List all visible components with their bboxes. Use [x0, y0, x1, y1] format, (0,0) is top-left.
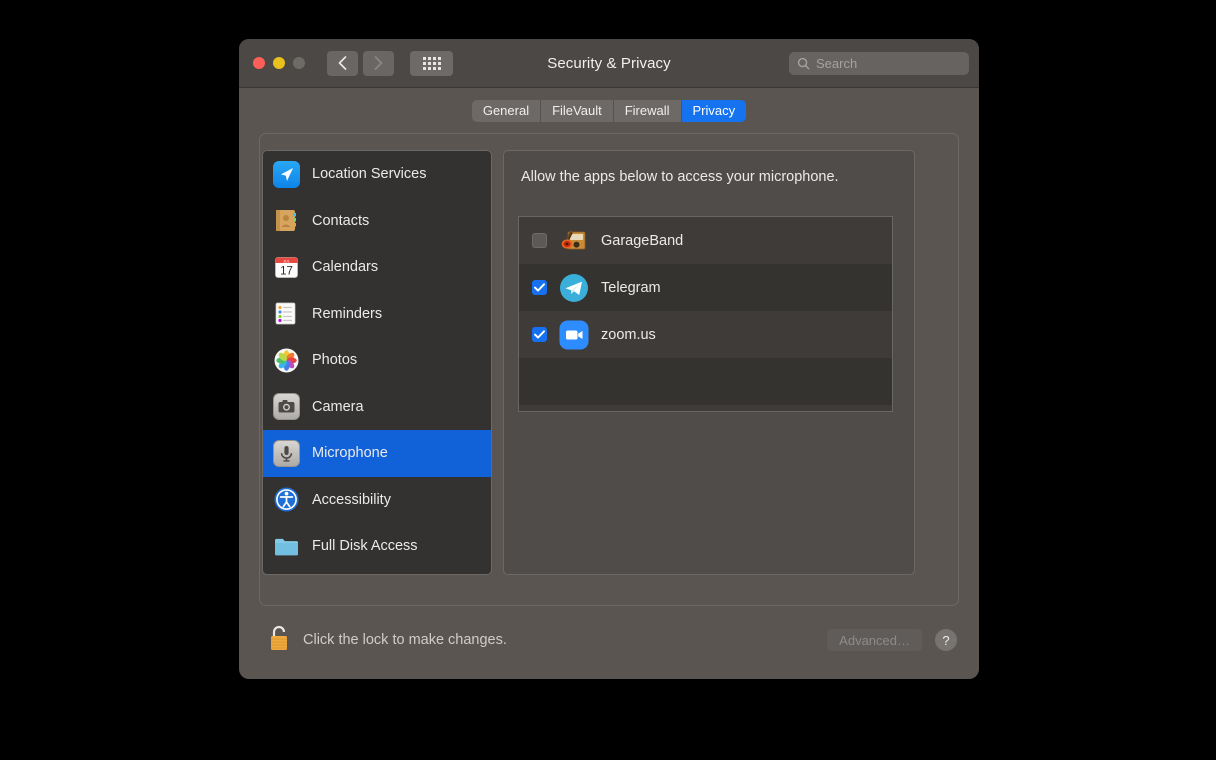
tab-firewall[interactable]: Firewall: [613, 99, 682, 122]
zoom-button: [293, 57, 305, 69]
microphone-icon: [273, 439, 300, 467]
reminders-list-icon: [273, 300, 300, 327]
empty-list-row: [519, 358, 892, 405]
tab-bar: General FileVault Firewall Privacy: [239, 88, 979, 133]
privacy-category-list[interactable]: Location Services Contacts JUL 17 Calend…: [262, 150, 492, 575]
lock-message: Click the lock to make changes.: [303, 632, 507, 648]
forward-button: [363, 50, 394, 76]
sidebar-item-label: Reminders: [312, 305, 383, 322]
photos-pinwheel-icon: [273, 347, 300, 374]
table-row[interactable]: zoom.us: [519, 311, 892, 358]
checkmark-icon: [534, 330, 545, 339]
contacts-book-icon: [273, 207, 300, 234]
table-row[interactable]: GarageBand: [519, 217, 892, 264]
search-field[interactable]: Search: [789, 51, 969, 75]
garageband-icon: [559, 226, 589, 256]
sidebar-item-label: Photos: [312, 352, 358, 369]
sidebar-item-label: Full Disk Access: [312, 538, 418, 555]
svg-text:17: 17: [280, 265, 293, 277]
sidebar-item-camera[interactable]: Camera: [263, 384, 491, 431]
tab-general[interactable]: General: [471, 99, 542, 122]
svg-text:JUL: JUL: [283, 259, 289, 263]
tab-privacy[interactable]: Privacy: [681, 99, 747, 122]
back-button[interactable]: [327, 50, 358, 76]
app-name: GarageBand: [601, 232, 684, 249]
sidebar-item-label: Microphone: [312, 445, 388, 462]
sidebar-item-accessibility[interactable]: Accessibility: [263, 477, 491, 524]
microphone-detail-panel: Allow the apps below to access your micr…: [503, 150, 915, 575]
checkmark-icon: [534, 283, 545, 292]
calendar-icon: JUL 17: [273, 254, 300, 281]
window-footer: Click the lock to make changes. Advanced…: [239, 601, 979, 679]
tab-filevault[interactable]: FileVault: [541, 99, 614, 122]
unlocked-padlock-icon[interactable]: [267, 624, 291, 657]
zoom-icon: [559, 320, 589, 350]
sidebar-item-label: Camera: [312, 398, 364, 415]
accessibility-icon: [273, 486, 300, 513]
empty-list-row: [519, 405, 892, 411]
window-titlebar: Security & Privacy Search: [239, 39, 979, 88]
sidebar-item-microphone[interactable]: Microphone: [263, 430, 491, 477]
app-checkbox[interactable]: [532, 280, 547, 295]
sidebar-item-calendars[interactable]: JUL 17 Calendars: [263, 244, 491, 291]
sidebar-item-label: Contacts: [312, 212, 370, 229]
sidebar-item-label: Location Services: [312, 166, 427, 183]
telegram-icon: [559, 273, 589, 303]
show-all-grid-icon: [422, 56, 441, 70]
navigation-buttons: [327, 50, 453, 76]
traffic-lights: [253, 57, 305, 69]
location-arrow-icon: [273, 160, 300, 188]
preference-body: Location Services Contacts JUL 17 Calend…: [239, 133, 979, 679]
panel-description: Allow the apps below to access your micr…: [521, 169, 839, 185]
help-button[interactable]: ?: [935, 629, 957, 651]
sidebar-item-location-services[interactable]: Location Services: [263, 151, 491, 198]
search-input-placeholder: Search: [816, 55, 858, 71]
close-button[interactable]: [253, 57, 265, 69]
system-preferences-window: Security & Privacy Search General FileVa…: [239, 39, 979, 679]
sidebar-item-label: Accessibility: [312, 491, 391, 508]
app-name: Telegram: [601, 279, 661, 296]
forward-arrow-icon: [374, 56, 383, 70]
sidebar-item-label: Calendars: [312, 259, 379, 276]
sidebar-item-photos[interactable]: Photos: [263, 337, 491, 384]
search-icon: [797, 57, 810, 69]
advanced-button[interactable]: Advanced…: [827, 629, 922, 651]
camera-icon: [273, 393, 300, 421]
back-arrow-icon: [338, 56, 347, 70]
show-all-button[interactable]: [410, 50, 453, 76]
app-permission-list[interactable]: GarageBand Telegram zoom.us: [518, 216, 893, 412]
sidebar-item-full-disk-access[interactable]: Full Disk Access: [263, 523, 491, 570]
sidebar-item-contacts[interactable]: Contacts: [263, 198, 491, 245]
app-checkbox[interactable]: [532, 327, 547, 342]
app-name: zoom.us: [601, 326, 656, 343]
sidebar-item-reminders[interactable]: Reminders: [263, 291, 491, 338]
table-row[interactable]: Telegram: [519, 264, 892, 311]
app-checkbox[interactable]: [532, 233, 547, 248]
minimize-button[interactable]: [273, 57, 285, 69]
folder-icon: [273, 533, 300, 560]
